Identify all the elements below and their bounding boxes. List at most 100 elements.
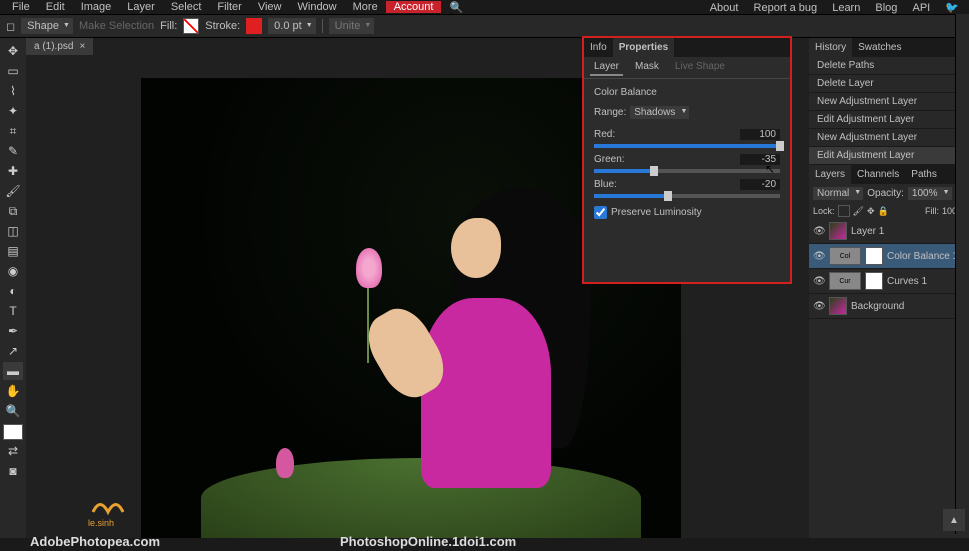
red-slider[interactable]: [594, 144, 780, 148]
red-value[interactable]: 100: [740, 129, 780, 140]
stroke-swatch[interactable]: [246, 18, 262, 34]
subtab-layer[interactable]: Layer: [590, 59, 623, 76]
menu-report[interactable]: Report a bug: [748, 2, 824, 14]
swap-color-icon[interactable]: ⇄: [3, 442, 23, 460]
brush-tool[interactable]: 🖌: [3, 182, 23, 200]
fg-color[interactable]: [3, 424, 23, 440]
menu-edit[interactable]: Edit: [38, 1, 73, 13]
rect-tool[interactable]: ▬: [3, 362, 23, 380]
history-list: Delete Paths Delete Layer New Adjustment…: [809, 57, 969, 165]
menu-select[interactable]: Select: [163, 1, 210, 13]
history-item[interactable]: Delete Layer: [809, 75, 969, 93]
visibility-icon[interactable]: 👁: [813, 276, 825, 287]
lock-all-icon[interactable]: 🔒: [878, 206, 889, 217]
blend-mode-dropdown[interactable]: Normal: [813, 187, 863, 200]
tab-properties[interactable]: Properties: [613, 38, 674, 57]
heal-tool[interactable]: ✚: [3, 162, 23, 180]
menu-image[interactable]: Image: [73, 1, 120, 13]
close-icon[interactable]: ×: [79, 41, 85, 52]
preserve-checkbox[interactable]: [594, 206, 607, 219]
menu-about[interactable]: About: [704, 2, 745, 14]
unite-dropdown[interactable]: Unite: [329, 18, 375, 34]
menu-blog[interactable]: Blog: [869, 2, 903, 14]
lasso-tool[interactable]: ⌇: [3, 82, 23, 100]
menu-window[interactable]: Window: [290, 1, 345, 13]
fill-swatch[interactable]: [183, 18, 199, 34]
subtab-mask[interactable]: Mask: [631, 59, 663, 76]
preserve-luminosity[interactable]: Preserve Luminosity: [594, 206, 780, 219]
layer-thumb[interactable]: [829, 222, 847, 240]
layer-thumb[interactable]: Cur: [829, 272, 861, 290]
layers-panel: Normal Opacity: 100% Lock: 🖌 ✥ 🔒 Fill: 1…: [809, 184, 969, 538]
tab-paths[interactable]: Paths: [905, 165, 943, 184]
stamp-tool[interactable]: ⧉: [3, 202, 23, 220]
layers-tabs: Layers Channels Paths: [809, 165, 969, 184]
type-tool[interactable]: T: [3, 302, 23, 320]
history-item[interactable]: New Adjustment Layer: [809, 93, 969, 111]
history-item[interactable]: Edit Adjustment Layer: [809, 111, 969, 129]
blur-tool[interactable]: ◉: [3, 262, 23, 280]
hand-tool[interactable]: ✋: [3, 382, 23, 400]
mask-thumb[interactable]: [865, 247, 883, 265]
menu-learn[interactable]: Learn: [826, 2, 866, 14]
visibility-icon[interactable]: 👁: [813, 226, 825, 237]
gradient-tool[interactable]: ▤: [3, 242, 23, 260]
blue-slider[interactable]: [594, 194, 780, 198]
layer-row[interactable]: 👁 Col Color Balance 1: [809, 244, 969, 269]
stroke-width[interactable]: 0.0 pt: [268, 18, 316, 34]
zoom-tool[interactable]: 🔍: [3, 402, 23, 420]
shape-mode-dropdown[interactable]: Shape: [21, 18, 73, 34]
lock-pixels-icon[interactable]: [838, 205, 850, 217]
pen-tool[interactable]: ✒: [3, 322, 23, 340]
red-label: Red:: [594, 129, 615, 140]
green-slider[interactable]: [594, 169, 780, 173]
menu-view[interactable]: View: [250, 1, 290, 13]
adjustment-title: Color Balance: [594, 87, 780, 98]
tab-layers[interactable]: Layers: [809, 165, 851, 184]
tab-history[interactable]: History: [809, 38, 852, 57]
eyedrop-tool[interactable]: ✎: [3, 142, 23, 160]
blue-value[interactable]: -20: [740, 179, 780, 190]
history-item[interactable]: New Adjustment Layer: [809, 129, 969, 147]
history-item[interactable]: Edit Adjustment Layer: [809, 147, 969, 165]
opacity-value[interactable]: 100%: [908, 187, 952, 200]
history-item[interactable]: Delete Paths: [809, 57, 969, 75]
menu-more[interactable]: More: [345, 1, 386, 13]
wand-tool[interactable]: ✦: [3, 102, 23, 120]
marquee-tool[interactable]: ▭: [3, 62, 23, 80]
layer-thumb[interactable]: Col: [829, 247, 861, 265]
toolbar: ✥ ▭ ⌇ ✦ ⌗ ✎ ✚ 🖌 ⧉ ◫ ▤ ◉ ◐ T ✒ ↗ ▬ ✋ 🔍 ⇄ …: [0, 38, 26, 538]
move-tool[interactable]: ✥: [3, 42, 23, 60]
path-tool[interactable]: ↗: [3, 342, 23, 360]
layer-row[interactable]: 👁 Layer 1: [809, 219, 969, 244]
layer-thumb[interactable]: [829, 297, 847, 315]
menu-file[interactable]: File: [4, 1, 38, 13]
mask-thumb[interactable]: [865, 272, 883, 290]
scroll-top-button[interactable]: ▲: [943, 509, 965, 531]
range-dropdown[interactable]: Shadows: [630, 106, 689, 119]
history-tabs: History Swatches: [809, 38, 969, 57]
quickmask-tool[interactable]: ◙: [3, 462, 23, 480]
lock-brush-icon[interactable]: 🖌: [853, 206, 864, 217]
visibility-icon[interactable]: 👁: [813, 251, 825, 262]
menu-account[interactable]: Account: [386, 1, 442, 13]
document-tab[interactable]: a (1).psd ×: [26, 38, 93, 55]
lock-move-icon[interactable]: ✥: [867, 206, 875, 217]
tab-swatches[interactable]: Swatches: [852, 38, 907, 57]
menu-layer[interactable]: Layer: [119, 1, 163, 13]
eraser-tool[interactable]: ◫: [3, 222, 23, 240]
visibility-icon[interactable]: 👁: [813, 301, 825, 312]
tab-channels[interactable]: Channels: [851, 165, 905, 184]
collapsed-panels[interactable]: [955, 14, 969, 534]
search-icon[interactable]: 🔍: [441, 1, 471, 14]
menu-api[interactable]: API: [907, 2, 937, 14]
layer-name: Layer 1: [851, 226, 884, 237]
menu-filter[interactable]: Filter: [209, 1, 249, 13]
layer-row[interactable]: 👁 Cur Curves 1: [809, 269, 969, 294]
twitter-icon[interactable]: 🐦: [939, 2, 965, 14]
crop-tool[interactable]: ⌗: [3, 122, 23, 140]
layer-row[interactable]: 👁 Background: [809, 294, 969, 319]
blue-row: Blue:-20: [594, 179, 780, 198]
tab-info[interactable]: Info: [584, 38, 613, 57]
dodge-tool[interactable]: ◐: [3, 282, 23, 300]
